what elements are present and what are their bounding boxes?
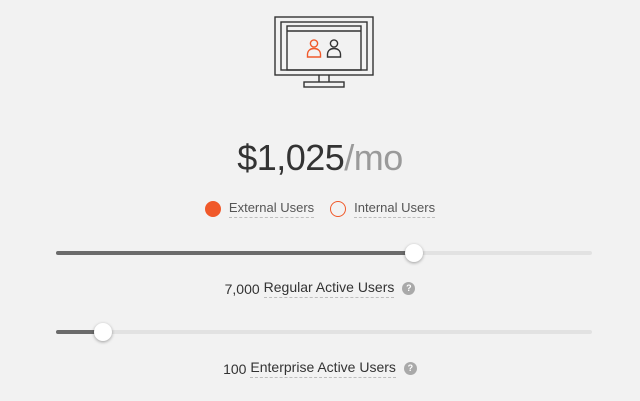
regular-users-label[interactable]: Regular Active Users <box>263 279 395 298</box>
internal-users-option[interactable]: Internal Users <box>330 200 436 218</box>
pricing-calculator: $1,025/mo External Users Internal Users … <box>0 0 640 401</box>
slider-handle[interactable] <box>404 244 423 262</box>
price-period: /mo <box>344 137 403 178</box>
regular-users-help-icon[interactable]: ? <box>402 282 416 295</box>
user-type-radio-group: External Users Internal Users <box>0 199 640 219</box>
slider-handle[interactable] <box>94 323 113 341</box>
enterprise-users-slider[interactable] <box>56 323 592 341</box>
monitor-users-icon <box>274 16 374 88</box>
enterprise-users-count: 100 <box>223 360 247 377</box>
regular-users-count: 7,000 <box>224 280 260 297</box>
internal-users-label[interactable]: Internal Users <box>354 200 436 218</box>
slider-track[interactable] <box>56 330 592 334</box>
enterprise-users-label[interactable]: Enterprise Active Users <box>250 359 396 378</box>
external-users-radio[interactable] <box>204 201 221 217</box>
enterprise-users-count-row: 100 Enterprise Active Users ? <box>0 359 640 378</box>
regular-users-slider[interactable] <box>56 244 592 262</box>
external-users-option[interactable]: External Users <box>204 200 315 218</box>
slider-fill <box>56 251 414 255</box>
monthly-price: $1,025/mo <box>0 132 640 184</box>
regular-users-count-row: 7,000 Regular Active Users ? <box>0 279 640 298</box>
price-amount: $1,025 <box>237 137 345 178</box>
enterprise-users-help-icon[interactable]: ? <box>403 362 417 375</box>
internal-users-radio[interactable] <box>330 201 347 217</box>
external-users-label[interactable]: External Users <box>228 200 315 218</box>
